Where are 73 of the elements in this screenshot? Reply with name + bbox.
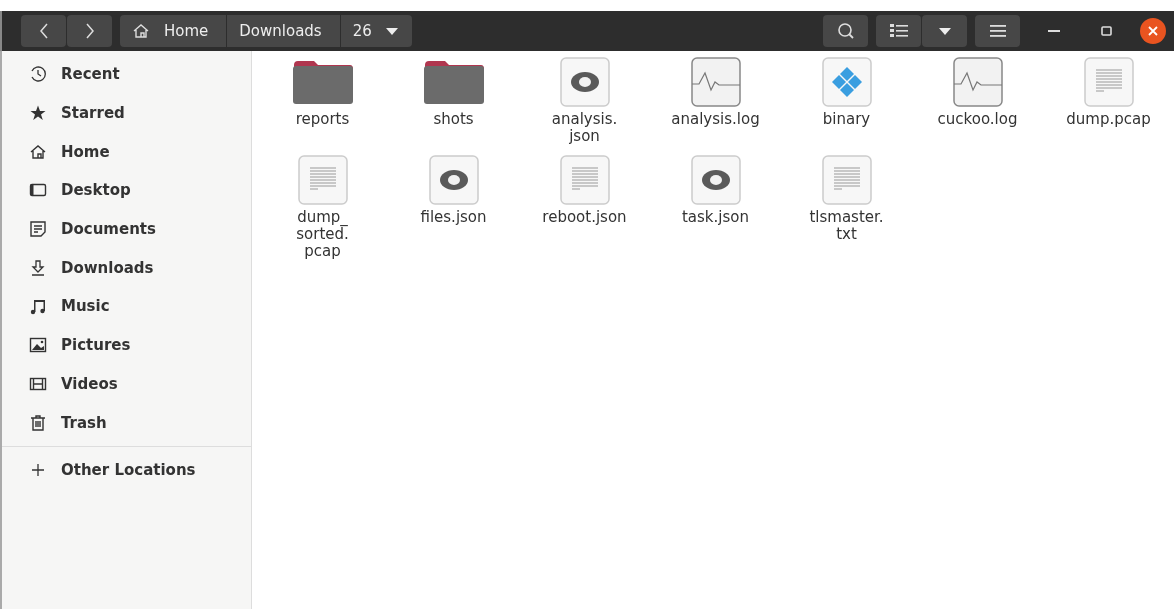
documents-icon (29, 220, 47, 239)
file-name: cuckoo.log (937, 111, 1018, 128)
file-name: task.json (682, 209, 749, 226)
forward-icon (84, 23, 95, 39)
file-item[interactable]: task.json (650, 155, 781, 260)
file-name: shots (433, 111, 474, 128)
close-icon (1148, 26, 1158, 36)
file-item[interactable]: reboot.json (519, 155, 650, 260)
sidebar-item[interactable]: Documents (12, 209, 251, 249)
sidebar-item[interactable]: Other Locations (12, 450, 251, 490)
eye-icon (559, 57, 610, 107)
home-icon (132, 23, 150, 39)
file-item[interactable]: tlsmaster. txt (781, 155, 912, 260)
caret-icon (385, 27, 398, 35)
list-view-button[interactable] (876, 15, 921, 47)
back-icon (38, 23, 49, 39)
file-name: reboot.json (542, 209, 627, 226)
file-name: dump.pcap (1066, 111, 1151, 128)
forward-button[interactable] (67, 15, 112, 47)
search-icon (836, 22, 855, 40)
file-name: dump_ sorted. pcap (296, 209, 349, 260)
sidebar-item[interactable]: Starred (12, 93, 251, 133)
file-name: files.json (420, 209, 487, 226)
caret-icon (938, 27, 951, 35)
file-item[interactable]: analysis.log (650, 57, 781, 145)
file-item[interactable]: binary (781, 57, 912, 145)
file-item[interactable]: files.json (388, 155, 519, 260)
waveform-icon (690, 57, 741, 107)
file-name: analysis.log (671, 111, 760, 128)
downloads-icon (29, 258, 47, 277)
waveform-icon (952, 57, 1003, 107)
maximize-icon (1100, 26, 1112, 36)
list-icon (889, 24, 908, 38)
path-button[interactable]: Downloads (227, 15, 340, 47)
home-icon (29, 142, 47, 161)
minimize-icon (1048, 30, 1060, 32)
text-file-icon (297, 155, 348, 205)
star-icon (29, 104, 47, 123)
pictures-icon (29, 336, 47, 355)
close-button[interactable] (1140, 18, 1166, 44)
trash-icon (29, 413, 47, 432)
file-item[interactable]: dump.pcap (1043, 57, 1174, 145)
eye-icon (690, 155, 741, 205)
path-button[interactable]: Home (120, 15, 227, 47)
sidebar-item[interactable]: Downloads (12, 248, 251, 288)
sidebar-item[interactable]: Music (12, 287, 251, 326)
file-name: binary (822, 111, 871, 128)
sidebar-item[interactable]: Trash (12, 403, 251, 442)
back-button[interactable] (21, 15, 66, 47)
file-name: analysis. json (551, 111, 618, 145)
file-name: reports (295, 111, 350, 128)
menu-icon (989, 25, 1006, 37)
text-file-icon (1083, 57, 1134, 107)
file-item[interactable]: dump_ sorted. pcap (257, 155, 388, 260)
sidebar-item[interactable]: Recent (12, 55, 251, 94)
file-item[interactable]: shots (388, 57, 519, 145)
text-file-icon (821, 155, 872, 205)
menu-button[interactable] (975, 15, 1020, 47)
sidebar-item[interactable]: Pictures (12, 325, 251, 365)
recent-icon (29, 65, 47, 84)
file-item[interactable]: analysis. json (519, 57, 650, 145)
sidebar-item[interactable]: Desktop (12, 171, 251, 210)
view-options-button[interactable] (922, 15, 967, 47)
path-button[interactable]: 26 (340, 15, 412, 47)
search-button[interactable] (823, 15, 868, 47)
eye-icon (428, 155, 479, 205)
sidebar-item[interactable]: Home (12, 132, 251, 172)
sidebar-item[interactable]: Videos (12, 364, 251, 404)
file-item[interactable]: reports (257, 57, 388, 145)
music-icon (29, 297, 47, 316)
file-item[interactable]: cuckoo.log (912, 57, 1043, 145)
text-file-icon (559, 155, 610, 205)
file-name: tlsmaster. txt (809, 209, 884, 243)
